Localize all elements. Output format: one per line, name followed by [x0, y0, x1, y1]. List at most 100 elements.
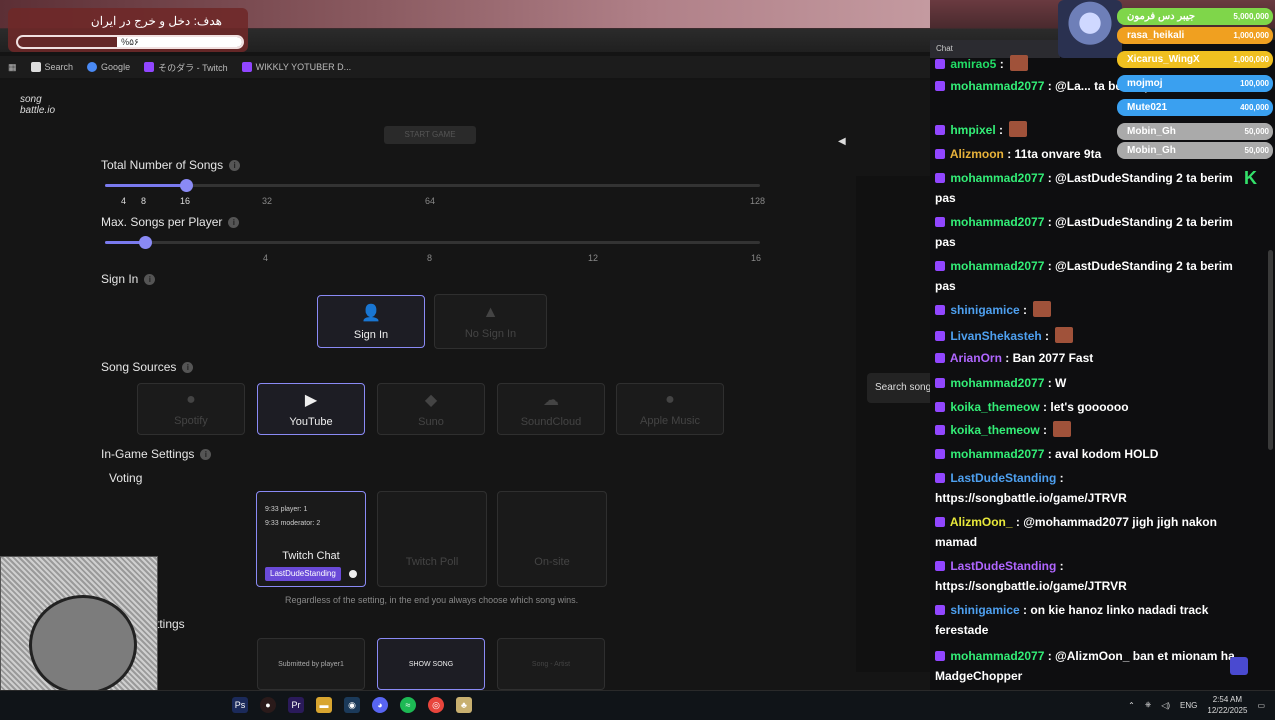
- chat-username[interactable]: mohammad2077: [947, 79, 1044, 93]
- vote-option-label: Twitch Chat: [282, 550, 340, 562]
- total-songs-slider[interactable]: [105, 179, 760, 192]
- tick-16: 16: [180, 196, 191, 206]
- premiere-icon[interactable]: Pr: [288, 697, 304, 713]
- chat-username[interactable]: mohammad2077: [947, 215, 1044, 229]
- leaderboard-row: جيبر دس فرمون 5,000,000: [1117, 8, 1273, 25]
- display-show-song[interactable]: SHOW SONG: [377, 638, 485, 690]
- songbattle-logo[interactable]: song battle.io: [20, 94, 55, 116]
- donation-goal: هدف: دخل و خرج در ایران %۵۶: [8, 8, 248, 52]
- badge-icon: [935, 149, 945, 159]
- display-submitted-by[interactable]: Submitted by player1: [257, 638, 365, 690]
- donor-name: Xicarus_WingX: [1127, 54, 1200, 65]
- chat-username[interactable]: mohammad2077: [947, 171, 1044, 185]
- chat-username[interactable]: mohammad2077: [947, 447, 1044, 461]
- badge-icon: [935, 425, 945, 435]
- info-icon[interactable]: i: [182, 361, 194, 373]
- search-songs-input[interactable]: Search songs: [867, 373, 930, 403]
- chat-username[interactable]: Alizmoon: [947, 147, 1004, 161]
- max-songs-label: Max. Songs per Player i: [101, 215, 240, 229]
- chat-text: :: [995, 123, 1007, 137]
- info-icon[interactable]: i: [200, 448, 212, 460]
- photoshop-icon[interactable]: Ps: [232, 697, 248, 713]
- badge-icon: [935, 217, 945, 227]
- info-icon[interactable]: i: [228, 216, 240, 228]
- chat-text: :: [1039, 423, 1051, 437]
- chat-text: : Ban 2077 Fast: [1001, 351, 1094, 365]
- source-spotify[interactable]: ● Spotify: [137, 383, 245, 435]
- source-suno[interactable]: ◆ Suno: [377, 383, 485, 435]
- chat-username[interactable]: AlizmOon_: [947, 515, 1013, 529]
- chat-message: LastDudeStanding : https://songbattle.io…: [935, 468, 1235, 508]
- folder-icon[interactable]: ▬: [316, 697, 332, 713]
- chat-text: : let's goooooo: [1039, 400, 1129, 414]
- bookmark-apps-icon[interactable]: ▦: [8, 62, 17, 73]
- chrome-icon[interactable]: ◎: [428, 697, 444, 713]
- info-icon[interactable]: i: [229, 159, 241, 171]
- bookmark-twitch[interactable]: そのダラ - Twitch: [144, 61, 228, 74]
- no-sign-in-option[interactable]: ▲ No Sign In: [434, 294, 547, 349]
- notification-icon[interactable]: ▭: [1257, 701, 1265, 710]
- max-songs-slider[interactable]: [105, 236, 760, 249]
- chat-scrollbar[interactable]: [1268, 250, 1273, 450]
- source-youtube[interactable]: ▶ YouTube: [257, 383, 365, 435]
- chat-username[interactable]: amirao5: [947, 57, 996, 71]
- remove-icon[interactable]: [349, 570, 357, 578]
- voting-hint: Regardless of the setting, in the end yo…: [285, 595, 579, 605]
- bookmark-search[interactable]: Search: [30, 62, 73, 72]
- emote-icon: [1010, 55, 1029, 71]
- info-icon[interactable]: i: [144, 273, 156, 285]
- badge-icon: [935, 561, 945, 571]
- obs-icon[interactable]: ●: [260, 697, 276, 713]
- source-soundcloud[interactable]: ☁ SoundCloud: [497, 383, 605, 435]
- chat-text: : 11ta onvare 9ta: [1003, 147, 1102, 161]
- suno-icon: ◆: [424, 392, 438, 409]
- spotify-icon[interactable]: ≈: [400, 697, 416, 713]
- chat-message: mohammad2077 : @LastDudeStanding 2 ta be…: [935, 256, 1235, 296]
- volume-icon[interactable]: ◁): [1161, 701, 1170, 710]
- bookmark-google[interactable]: Google: [87, 62, 130, 72]
- tick-128: 128: [750, 196, 766, 206]
- collapse-arrow-icon[interactable]: ◀: [838, 136, 846, 147]
- chat-username[interactable]: koika_themeow: [947, 423, 1039, 437]
- chat-text: :: [1041, 329, 1053, 343]
- source-apple-music[interactable]: ● Apple Music: [616, 383, 724, 435]
- badge-icon: [935, 605, 945, 615]
- vote-twitch-chat[interactable]: 9:33 player: 1 9:33 moderator: 2 Twitch …: [256, 491, 366, 587]
- network-icon[interactable]: ⎈: [1145, 700, 1151, 710]
- chat-username[interactable]: mohammad2077: [947, 259, 1044, 273]
- taskbar-icons: Ps ● Pr ▬ ◉ ◕ ≈ ◎ ♣: [232, 697, 472, 713]
- clock[interactable]: 2:54 AM 12/22/2025: [1207, 694, 1247, 716]
- avatar-face: [29, 595, 137, 695]
- chat-username[interactable]: LastDudeStanding: [947, 471, 1056, 485]
- chat-username[interactable]: LivanShekasteh: [947, 329, 1041, 343]
- language-indicator[interactable]: ENG: [1180, 701, 1197, 710]
- sign-in-label: Sign In i: [101, 272, 156, 286]
- slider-thumb[interactable]: [139, 236, 152, 249]
- start-game-button[interactable]: START GAME: [384, 126, 476, 144]
- chat-username[interactable]: mohammad2077: [947, 376, 1044, 390]
- chat-username[interactable]: koika_themeow: [947, 400, 1039, 414]
- chat-username[interactable]: shinigamice: [947, 303, 1019, 317]
- app-icon[interactable]: ♣: [456, 697, 472, 713]
- chat-preview-line: 9:33 player: 1: [265, 506, 308, 513]
- bookmarks-bar: ▦ Search Google そのダラ - Twitch WIKKLY YOT…: [0, 56, 930, 78]
- tick-8: 8: [141, 196, 147, 206]
- vote-on-site[interactable]: On-site: [497, 491, 607, 587]
- tray-up-icon[interactable]: ⌃: [1128, 701, 1135, 710]
- bookmark-youtuber[interactable]: WIKKLY YOTUBER D...: [241, 62, 351, 72]
- chat-send-button[interactable]: [1230, 657, 1248, 675]
- chat-username[interactable]: ArianOrn: [947, 351, 1002, 365]
- sign-in-option[interactable]: 👤 Sign In: [317, 295, 425, 348]
- channel-chip: LastDudeStanding: [265, 567, 341, 581]
- chat-username[interactable]: hmpixel: [947, 123, 995, 137]
- chat-username[interactable]: shinigamice: [947, 603, 1019, 617]
- chat-username[interactable]: mohammad2077: [947, 649, 1044, 663]
- steam-icon[interactable]: ◉: [344, 697, 360, 713]
- display-song-artist[interactable]: Song - Artist: [497, 638, 605, 690]
- chat-message: LivanShekasteh :: [935, 326, 1235, 346]
- chat-message: mohammad2077 : @AlizmOon_ ban et mionam …: [935, 646, 1235, 686]
- vote-twitch-poll[interactable]: Twitch Poll: [377, 491, 487, 587]
- discord-icon[interactable]: ◕: [372, 697, 388, 713]
- chat-username[interactable]: LastDudeStanding: [947, 559, 1056, 573]
- slider-thumb[interactable]: [180, 179, 193, 192]
